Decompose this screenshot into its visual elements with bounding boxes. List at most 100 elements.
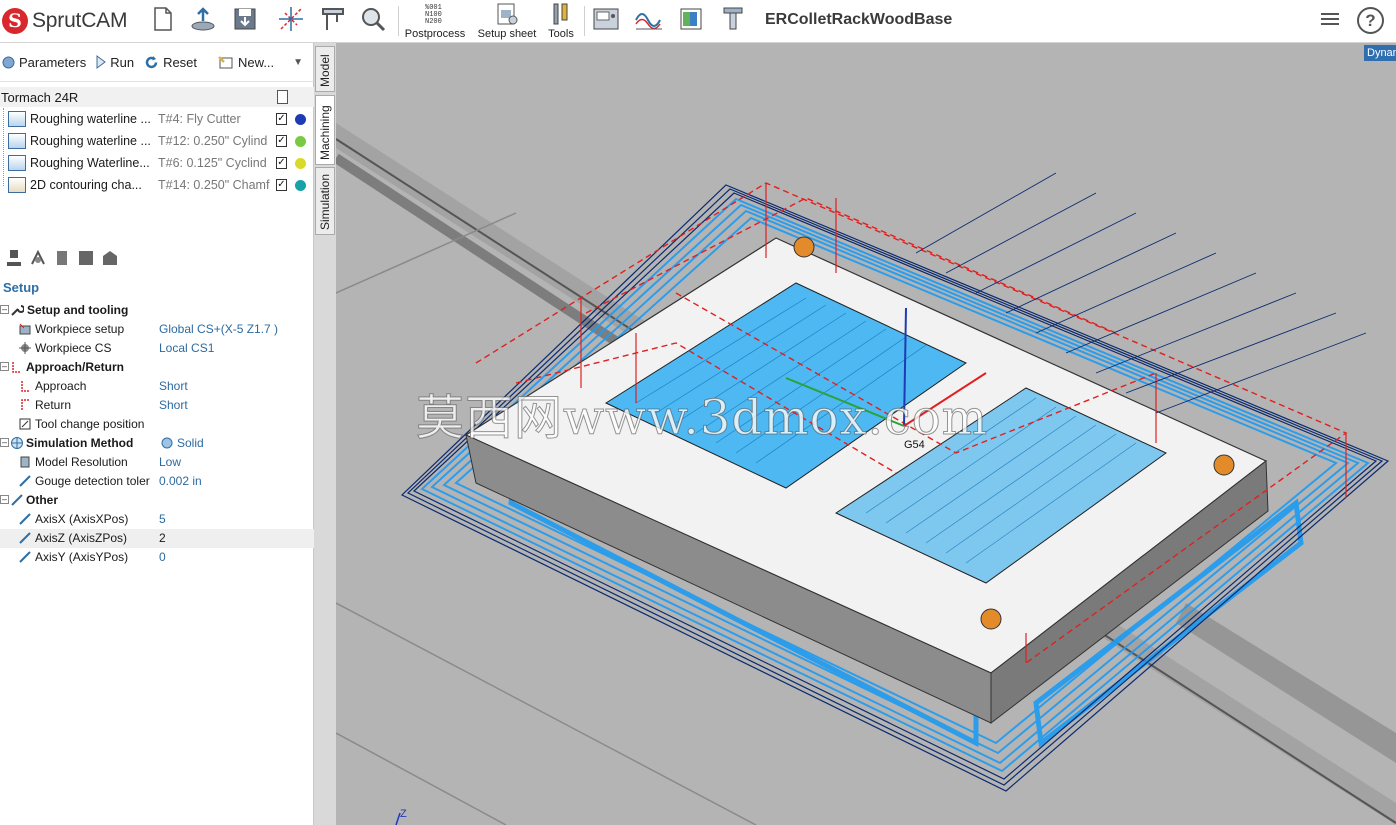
hamburger-menu-button[interactable]	[1319, 10, 1341, 32]
prop-value-input[interactable]: 2	[159, 531, 166, 545]
tab-machining[interactable]: Machining	[315, 95, 335, 165]
operation-item[interactable]: 2D contouring cha... T#14: 0.250" Chamf …	[0, 174, 314, 196]
tab-label: Model	[318, 54, 332, 87]
setup-sheet-label: Setup sheet	[477, 28, 537, 40]
tab-label: Machining	[318, 105, 332, 160]
coordinate-system-icon	[19, 342, 31, 354]
machine-view-button[interactable]	[591, 4, 621, 34]
prop-value[interactable]: 0.002 in	[159, 474, 202, 488]
postprocess-button[interactable]: %001 N100 N200 Postprocess	[404, 2, 466, 42]
parameters-button[interactable]: Parameters	[2, 55, 86, 70]
setup-tab-icon[interactable]	[2, 247, 26, 269]
machine-row[interactable]: Tormach 24R	[0, 87, 314, 107]
operation-name: Roughing Waterline...	[30, 156, 150, 170]
reset-refresh-icon	[145, 55, 158, 68]
operation-item[interactable]: Roughing Waterline... T#6: 0.125" Cyclin…	[0, 152, 314, 174]
resolution-icon	[20, 456, 30, 468]
operation-enabled-checkbox[interactable]: ✓	[276, 157, 287, 169]
prop-label: Model Resolution	[35, 455, 128, 469]
reset-button[interactable]: Reset	[144, 55, 197, 70]
prop-workpiece-cs[interactable]: Workpiece CS Local CS1	[0, 339, 314, 358]
operation-color-dot[interactable]	[295, 136, 306, 147]
chevron-down-icon[interactable]: ▼	[293, 57, 303, 68]
prop-workpiece-setup[interactable]: Workpiece setup Global CS+(X-5 Z1.7 )	[0, 320, 314, 339]
mode-tabs: Model Machining Simulation	[314, 43, 336, 825]
prop-value[interactable]: 0	[159, 550, 166, 564]
group-simulation-method[interactable]: – Simulation Method Solid	[0, 434, 314, 453]
prop-value[interactable]: Low	[159, 455, 181, 469]
operation-enabled-checkbox[interactable]: ✓	[276, 113, 287, 125]
operation-enabled-checkbox[interactable]: ✓	[276, 135, 287, 147]
operation-item[interactable]: Roughing waterline ... T#12: 0.250" Cyli…	[0, 130, 314, 152]
toolbar-separator	[584, 6, 585, 36]
operation-enabled-checkbox[interactable]: ✓	[276, 179, 287, 191]
axes-icon	[279, 7, 303, 31]
prop-value[interactable]: Short	[159, 379, 188, 393]
group-label: Other	[26, 493, 59, 507]
operation-item[interactable]: Roughing waterline ... T#4: Fly Cutter ✓	[0, 108, 314, 130]
operation-color-dot[interactable]	[295, 158, 306, 169]
operation-color-dot[interactable]	[295, 180, 306, 191]
machine-document-icon[interactable]	[277, 90, 288, 104]
prop-axis-z[interactable]: AxisZ (AxisZPos) 2	[0, 529, 314, 548]
approach-return-icon	[12, 362, 21, 373]
prop-value[interactable]: Local CS1	[159, 341, 214, 355]
group-setup-tooling[interactable]: – Setup and tooling	[0, 301, 314, 320]
operation-tool: T#4: Fly Cutter	[158, 112, 241, 126]
strategy-tab-icon[interactable]	[26, 247, 50, 269]
operation-name: 2D contouring cha...	[30, 178, 142, 192]
coordinate-system-button[interactable]	[276, 4, 306, 34]
tools-icon	[553, 3, 568, 25]
prop-value[interactable]: Global CS+(X-5 Z1.7 )	[159, 322, 278, 336]
new-operation-label: New...	[238, 54, 275, 70]
setup-sheet-button[interactable]: Setup sheet	[476, 2, 538, 42]
contouring-operation-icon	[8, 177, 26, 193]
operation-color-dot[interactable]	[295, 114, 306, 125]
prop-value[interactable]: 5	[159, 512, 166, 526]
run-button[interactable]: Run	[96, 55, 134, 70]
app-logo: S SprutCAM	[2, 6, 127, 36]
collapse-toggle-icon[interactable]: –	[0, 305, 9, 314]
dynamic-view-button[interactable]: Dynam	[1364, 45, 1396, 61]
prop-approach[interactable]: Approach Short	[0, 377, 314, 396]
prop-model-resolution[interactable]: Model Resolution Low	[0, 453, 314, 472]
tab-simulation[interactable]: Simulation	[315, 167, 335, 235]
wave-chart-icon	[635, 13, 662, 30]
3d-viewport[interactable]: Z G54 莫西网www.3dmox.com Dynam	[336, 43, 1396, 825]
prop-label: Approach	[35, 379, 87, 393]
measure-button[interactable]	[318, 4, 348, 34]
help-icon[interactable]: ?	[1357, 7, 1384, 34]
prop-value[interactable]: Solid	[177, 436, 204, 450]
collapse-toggle-icon[interactable]: –	[0, 495, 9, 504]
open-project-button[interactable]	[188, 4, 218, 34]
tool-holder-button[interactable]	[718, 4, 748, 34]
new-operation-button[interactable]: New...	[217, 55, 274, 70]
new-project-button[interactable]	[148, 4, 178, 34]
waterline-operation-icon	[8, 133, 26, 149]
prop-return[interactable]: Return Short	[0, 396, 314, 415]
collapse-toggle-icon[interactable]: –	[0, 362, 9, 371]
prop-tool-change[interactable]: Tool change position	[0, 415, 314, 434]
postprocess-label: Postprocess	[404, 28, 466, 40]
axis-z-label: Z	[400, 808, 407, 820]
tools-button[interactable]: Tools	[546, 2, 576, 42]
prop-axis-x[interactable]: AxisX (AxisXPos) 5	[0, 510, 314, 529]
prop-gouge-tolerance[interactable]: Gouge detection toler 0.002 in	[0, 472, 314, 491]
prop-axis-y[interactable]: AxisY (AxisYPos) 0	[0, 548, 314, 567]
waterline-operation-icon	[8, 155, 26, 171]
group-other[interactable]: – Other	[0, 491, 314, 510]
stock-view-button[interactable]	[676, 4, 706, 34]
group-approach-return[interactable]: – Approach/Return	[0, 358, 314, 377]
machine-tab-icon[interactable]	[98, 247, 122, 269]
run-label: Run	[110, 54, 135, 70]
toolpath-chart-button[interactable]	[634, 4, 664, 34]
tab-model[interactable]: Model	[315, 46, 335, 92]
inspect-button[interactable]	[358, 4, 388, 34]
stock-tab-icon[interactable]	[74, 247, 98, 269]
collapse-toggle-icon[interactable]: –	[0, 438, 9, 447]
solid-icon	[161, 437, 173, 449]
tool-tab-icon[interactable]	[50, 247, 74, 269]
approach-icon	[21, 381, 29, 392]
save-project-button[interactable]	[230, 4, 260, 34]
prop-value[interactable]: Short	[159, 398, 188, 412]
